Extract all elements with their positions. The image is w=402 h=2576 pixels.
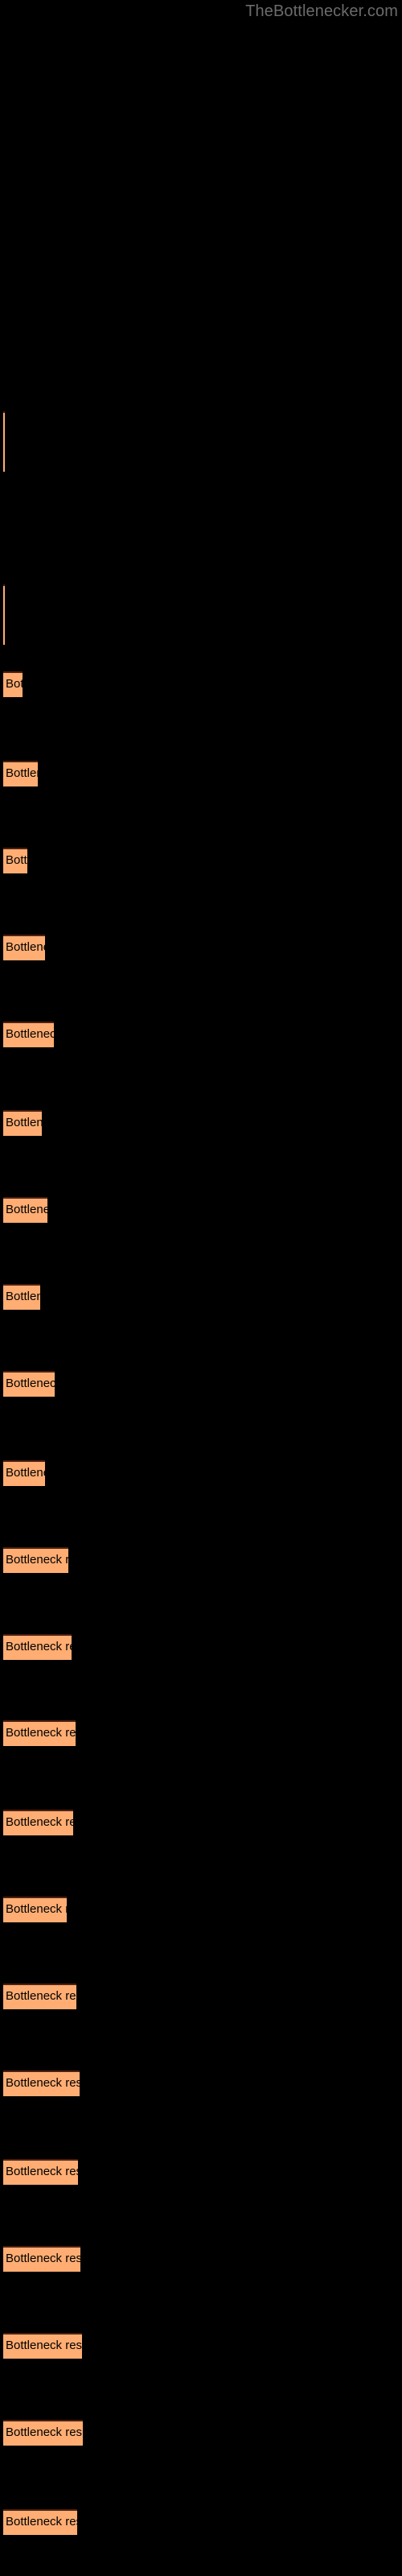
bottleneck-bar[interactable]: Bottleneck result bbox=[3, 934, 45, 960]
bottleneck-bar[interactable]: Bottleneck result bbox=[3, 671, 23, 698]
bottleneck-bar[interactable]: Bottleneck result bbox=[3, 1459, 45, 1486]
bottleneck-bar[interactable]: Bottleneck result bbox=[3, 760, 38, 786]
bar-label: Bottleneck result bbox=[6, 1116, 42, 1130]
bottleneck-bar[interactable]: Bottleneck result bbox=[3, 1983, 76, 2009]
bottleneck-bar[interactable]: Bottleneck result bbox=[3, 1110, 42, 1137]
bar-label: Bottleneck result bbox=[6, 2252, 80, 2266]
bar-label: Bottleneck result bbox=[6, 677, 23, 691]
bar-label: Bottleneck result bbox=[6, 1901, 67, 1916]
bar-label: Bottleneck result bbox=[6, 1988, 76, 2003]
bar-label: Bottleneck result bbox=[6, 1026, 54, 1041]
bar-label: Bottleneck result bbox=[6, 1290, 40, 1304]
bar-label: Bottleneck result bbox=[6, 1639, 72, 1653]
bottleneck-bar[interactable]: Bottleneck result bbox=[3, 2070, 80, 2096]
bottleneck-bar[interactable] bbox=[3, 584, 5, 646]
bottleneck-bar[interactable] bbox=[3, 411, 5, 472]
bottleneck-bar[interactable]: Bottleneck result bbox=[3, 2508, 77, 2535]
bottleneck-bar[interactable]: Bottleneck result bbox=[3, 1197, 47, 1224]
bar-label: Bottleneck result bbox=[6, 939, 45, 954]
bar-label: Bottleneck result bbox=[6, 2165, 78, 2179]
bottleneck-bar[interactable]: Bottleneck result bbox=[3, 1896, 67, 1922]
bottleneck-bar-chart: Bottleneck result Bottleneck result Bottle… bbox=[0, 0, 402, 2576]
bottleneck-bar[interactable]: Bottleneck result bbox=[3, 2159, 78, 2186]
bottleneck-bar[interactable]: Bottleneck result bbox=[3, 2420, 83, 2446]
bar-label: Bottleneck result bbox=[6, 2075, 80, 2090]
bottleneck-bar[interactable]: Bottleneck result bbox=[3, 1021, 54, 1047]
bar-label: Bottleneck result bbox=[6, 1465, 45, 1480]
bottleneck-bar[interactable]: Bottleneck result bbox=[3, 847, 27, 873]
bar-label: Bottleneck result bbox=[6, 2339, 82, 2353]
bar-label: Bottleneck result bbox=[6, 766, 38, 780]
bottleneck-bar[interactable]: Bottleneck result bbox=[3, 1633, 72, 1660]
bar-label: Bottleneck result bbox=[6, 852, 27, 867]
bottleneck-bar[interactable]: Bottleneck result bbox=[3, 1546, 68, 1573]
bottleneck-bar[interactable]: Bottleneck result bbox=[3, 2246, 80, 2273]
bar-label: Bottleneck result bbox=[6, 1552, 68, 1567]
bottleneck-bar[interactable]: Bottleneck result bbox=[3, 1720, 76, 1747]
bar-label: Bottleneck result bbox=[6, 1726, 76, 1740]
bar-label: Bottleneck result bbox=[6, 2425, 83, 2440]
bar-label: Bottleneck result bbox=[6, 1377, 55, 1391]
bar-label: Bottleneck result bbox=[6, 1814, 73, 1829]
bottleneck-bar[interactable]: Bottleneck result bbox=[3, 1809, 73, 1835]
bottleneck-bar[interactable]: Bottleneck result bbox=[3, 1284, 40, 1311]
bottleneck-bar[interactable]: Bottleneck result bbox=[3, 2333, 82, 2359]
bar-label: Bottleneck result bbox=[6, 2514, 77, 2529]
bar-label: Bottleneck result bbox=[6, 1203, 47, 1217]
bottleneck-bar[interactable]: Bottleneck result bbox=[3, 1371, 55, 1397]
